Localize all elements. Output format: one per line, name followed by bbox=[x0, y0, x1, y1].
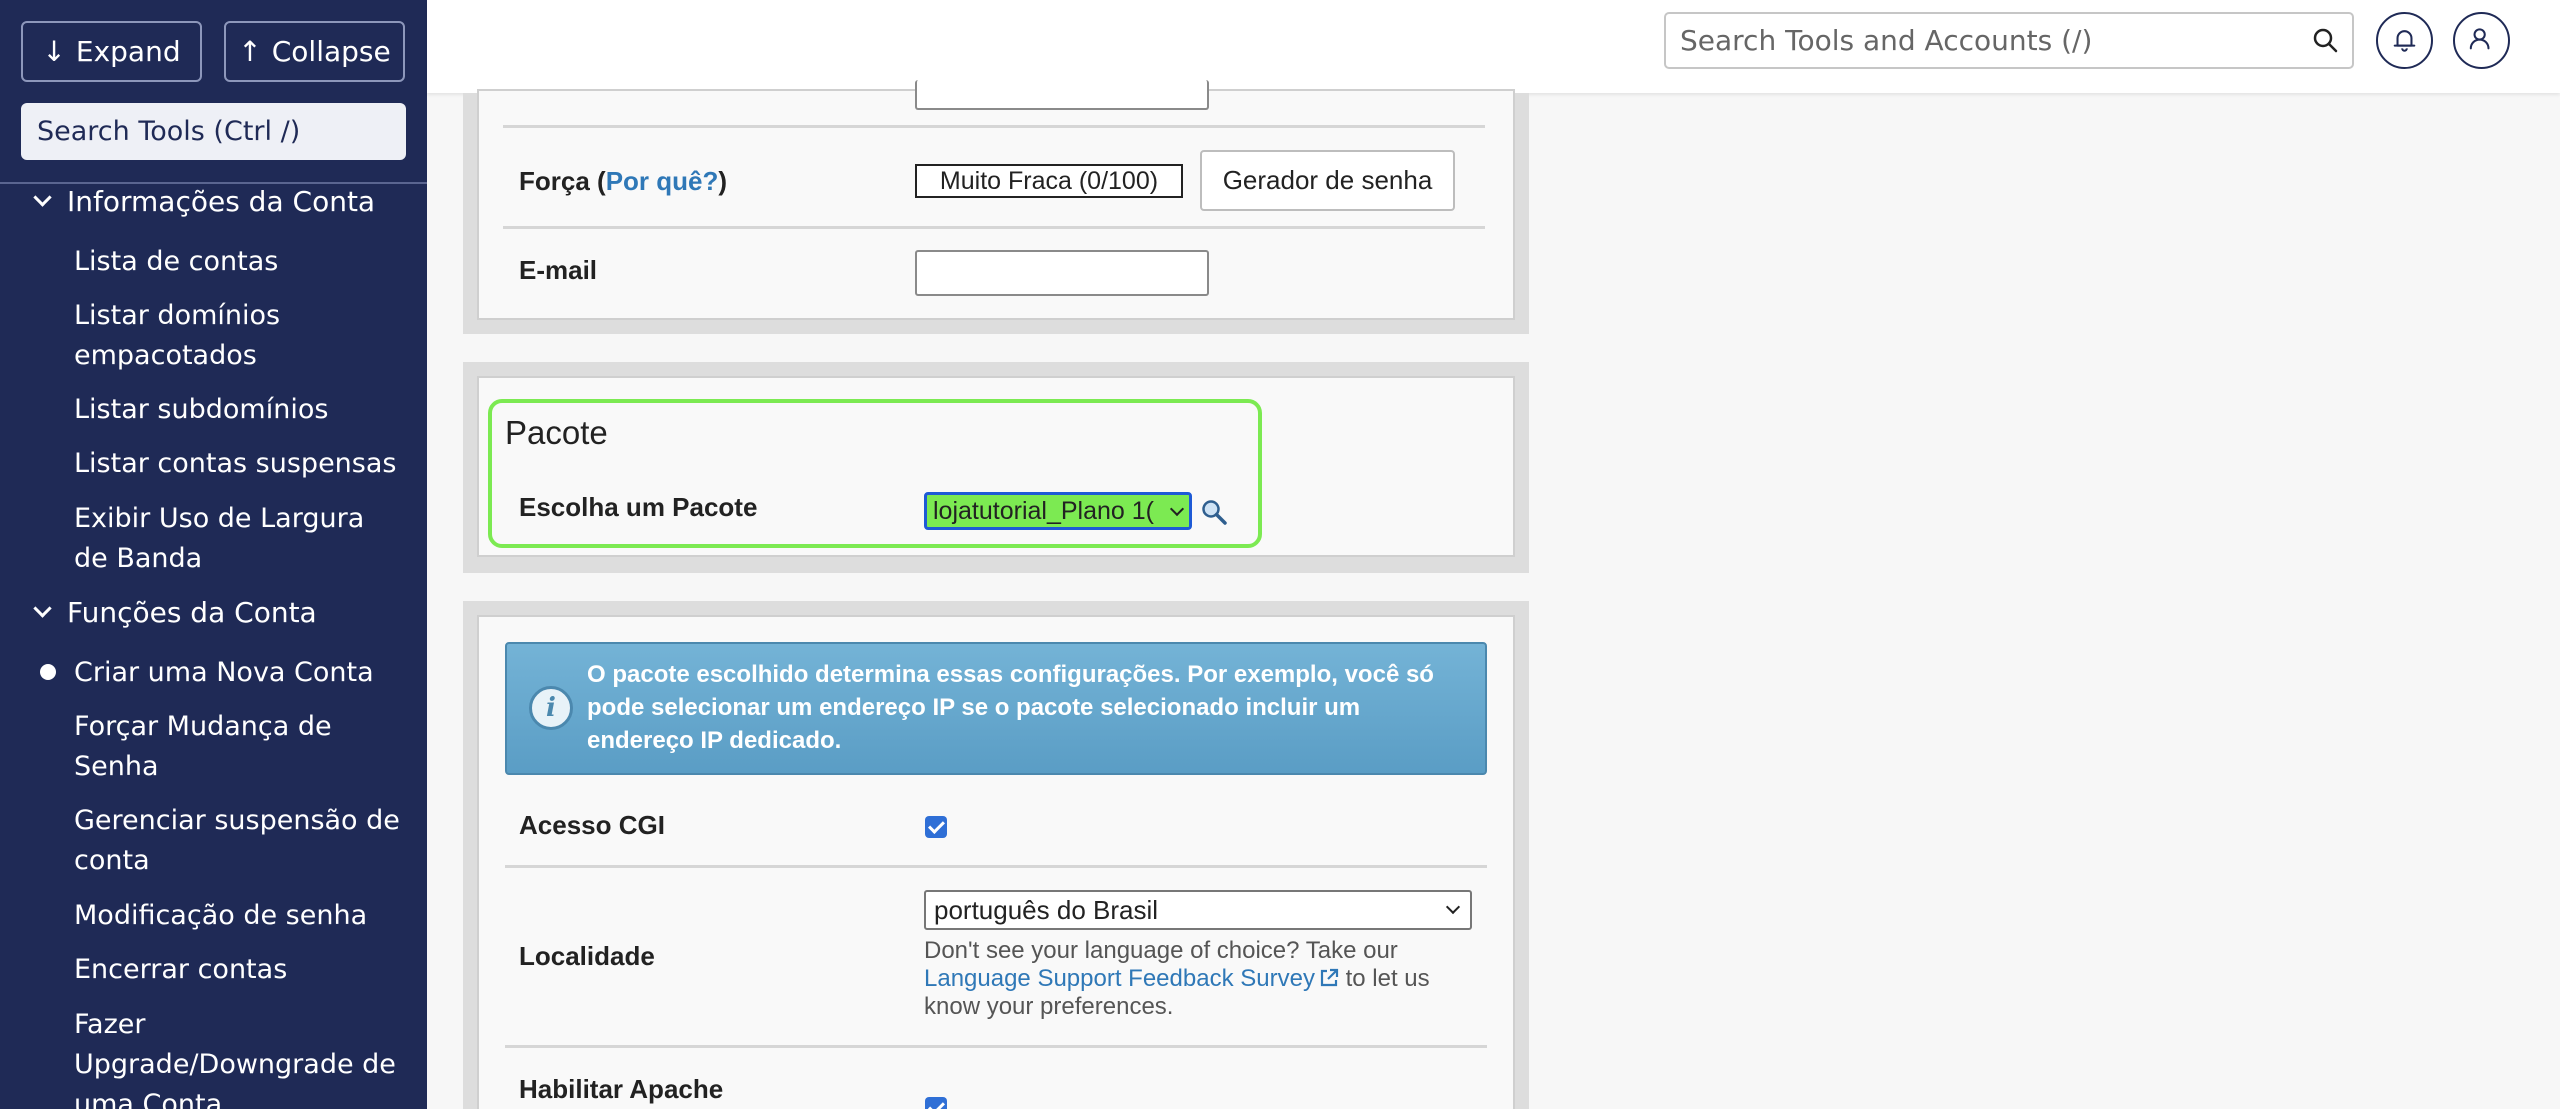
sidebar-item-list-accounts[interactable]: Lista de contas bbox=[74, 242, 404, 282]
apache-label: Habilitar Apache bbox=[519, 1074, 724, 1104]
strength-meter: Muito Fraca (0/100) bbox=[915, 164, 1183, 198]
strength-label: Força (Por quê?) bbox=[519, 166, 728, 196]
sidebar-section-label: Funções da Conta bbox=[67, 596, 317, 629]
arrow-down-icon: ↓ bbox=[42, 35, 66, 68]
locale-select-value: português do Brasil bbox=[934, 895, 1159, 925]
expand-button[interactable]: ↓ Expand bbox=[21, 21, 202, 82]
password-generator-button[interactable]: Gerador de senha bbox=[1200, 150, 1455, 211]
search-icon[interactable] bbox=[2312, 27, 2338, 53]
user-menu-button[interactable] bbox=[2453, 12, 2510, 69]
notifications-button[interactable] bbox=[2376, 12, 2433, 69]
email-field[interactable] bbox=[915, 250, 1209, 296]
why-link[interactable]: Por quê? bbox=[606, 166, 719, 196]
sidebar-section-account-info[interactable]: Informações da Conta bbox=[33, 185, 376, 218]
sidebar-section-label: Informações da Conta bbox=[67, 185, 376, 218]
email-label: E-mail bbox=[519, 255, 598, 285]
top-search-input[interactable]: Search Tools and Accounts (/) bbox=[1664, 12, 2354, 69]
apache-checkbox[interactable] bbox=[925, 1097, 947, 1109]
bell-icon bbox=[2393, 30, 2416, 52]
user-icon bbox=[2469, 28, 2490, 50]
chevron-down-icon bbox=[33, 599, 52, 618]
package-title: Pacote bbox=[505, 414, 608, 451]
info-icon: i bbox=[529, 686, 573, 730]
sidebar-section-account-functions[interactable]: Funções da Conta bbox=[33, 596, 317, 629]
chevron-down-icon bbox=[33, 188, 52, 207]
sidebar-item-password-modification[interactable]: Modificação de senha bbox=[74, 896, 404, 936]
info-alert: i O pacote escolhido determina essas con… bbox=[505, 642, 1487, 775]
sidebar: ↓ Expand ↑ Collapse Search Tools (Ctrl /… bbox=[0, 0, 427, 1109]
chevron-down-icon bbox=[1445, 899, 1461, 915]
password-again-field[interactable] bbox=[915, 80, 1209, 110]
password-panel bbox=[463, 89, 1529, 334]
external-link-icon bbox=[1320, 968, 1339, 987]
package-select-value: lojatutorial_Plano 1( bbox=[933, 497, 1154, 525]
sidebar-divider bbox=[0, 182, 427, 184]
arrow-up-icon: ↑ bbox=[238, 35, 262, 68]
package-select[interactable]: lojatutorial_Plano 1( bbox=[924, 492, 1192, 530]
sidebar-item-force-password-change[interactable]: Forçar Mudança de Senha bbox=[74, 707, 404, 787]
sidebar-item-manage-suspension[interactable]: Gerenciar suspensão de conta bbox=[74, 801, 404, 881]
sidebar-item-parked-domains[interactable]: Listar domínios empacotados bbox=[74, 296, 404, 376]
collapse-button[interactable]: ↑ Collapse bbox=[224, 21, 405, 82]
expand-label: Expand bbox=[75, 35, 181, 68]
row-divider bbox=[503, 125, 1485, 128]
sidebar-item-create-account[interactable]: Criar uma Nova Conta bbox=[74, 653, 404, 693]
sidebar-item-terminate-accounts[interactable]: Encerrar contas bbox=[74, 950, 404, 990]
row-divider bbox=[505, 1045, 1487, 1048]
locale-help-text: Don't see your language of choice? Take … bbox=[924, 937, 1430, 1020]
cgi-checkbox[interactable] bbox=[925, 816, 947, 838]
top-search-placeholder: Search Tools and Accounts (/) bbox=[1680, 24, 2093, 57]
sidebar-search-input[interactable]: Search Tools (Ctrl /) bbox=[21, 103, 406, 160]
choose-package-label: Escolha um Pacote bbox=[519, 492, 758, 522]
info-text: O pacote escolhido determina essas confi… bbox=[587, 661, 1434, 754]
row-divider bbox=[505, 865, 1487, 868]
sidebar-item-bandwidth[interactable]: Exibir Uso de Largura de Banda bbox=[74, 499, 404, 579]
sidebar-item-suspended-accounts[interactable]: Listar contas suspensas bbox=[74, 444, 404, 484]
language-survey-link[interactable]: Language Support Feedback Survey bbox=[924, 965, 1339, 992]
active-indicator-dot bbox=[40, 664, 56, 680]
locale-select[interactable]: português do Brasil bbox=[924, 890, 1472, 930]
sidebar-item-upgrade-downgrade[interactable]: Fazer Upgrade/Downgrade de uma Conta bbox=[74, 1005, 404, 1109]
collapse-label: Collapse bbox=[271, 35, 391, 68]
sidebar-item-subdomains[interactable]: Listar subdomínios bbox=[74, 390, 404, 430]
magnifier-icon[interactable] bbox=[1200, 498, 1228, 526]
row-divider bbox=[503, 226, 1485, 229]
locale-label: Localidade bbox=[519, 941, 655, 971]
cgi-label: Acesso CGI bbox=[519, 810, 665, 840]
